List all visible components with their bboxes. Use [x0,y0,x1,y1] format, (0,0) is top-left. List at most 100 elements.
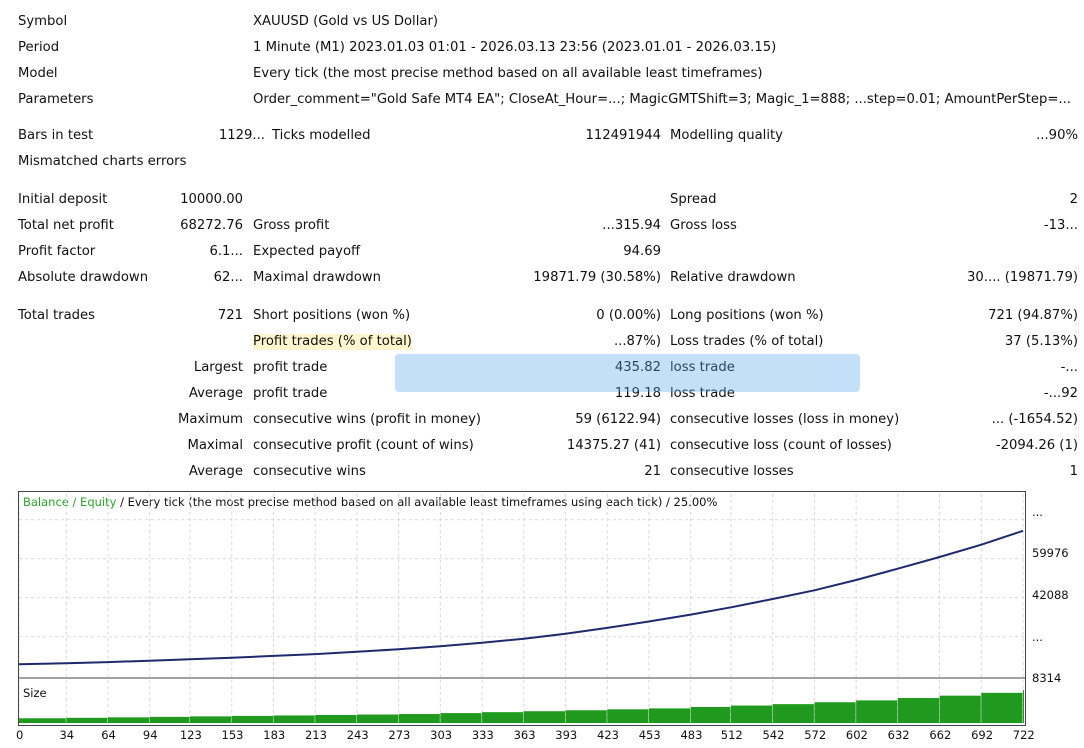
total-net-profit-label: Total net profit [18,218,114,233]
size-bar [273,715,315,723]
maximal-label: Maximal [187,438,243,453]
largest-label: Largest [193,360,243,375]
average-profit-label: profit trade [253,386,328,401]
x-tick-label: 692 [971,728,994,742]
ticks-label: Ticks modelled [272,128,371,143]
y-tick-label: 59976 [1032,546,1069,560]
expected-payoff-value: 94.69 [623,244,661,259]
parameters-value: Order_comment="Gold Safe MT4 EA"; CloseA… [253,92,1071,107]
size-bar [772,704,814,723]
size-bar [356,714,399,723]
size-bar [856,700,898,723]
quality-label: Modelling quality [670,128,783,143]
avg-consec-wins-label: consecutive wins [253,464,366,479]
mismatched-label: Mismatched charts errors [18,154,187,169]
bars-label: Bars in test [18,128,94,143]
average-loss-value: -...92 [1043,386,1078,401]
short-positions-value: 0 (0.00%) [596,308,661,323]
long-positions-label: Long positions (won %) [670,308,824,323]
symbol-label: Symbol [18,14,68,29]
period-value: 1 Minute (M1) 2023.01.03 01:01 - 2026.03… [253,40,777,55]
size-bar [814,702,856,723]
x-tick-label: 213 [304,728,327,742]
x-axis: 0 34 64 94 123 153 183 213 243 273 303 333 363 393 423… [0,728,1084,744]
symbol-value: XAUUSD (Gold vs US Dollar) [253,14,439,29]
spread-label: Spread [670,192,717,207]
size-bar [66,717,108,723]
x-tick-label: 153 [221,728,244,742]
maximal-consec-profit-label: consecutive profit (count of wins) [253,438,474,453]
quality-value: ...90% [1036,128,1078,143]
maximum-label: Maximum [178,412,243,427]
x-tick-label: 423 [597,728,619,742]
size-bar [107,717,150,723]
total-trades-value: 721 [217,308,243,323]
x-tick-label: 602 [845,728,868,742]
profit-factor-value: 6.1... [209,244,243,259]
profit-factor-label: Profit factor [18,244,96,259]
size-bar [897,698,940,723]
size-bar [565,710,607,723]
average-profit-value: 119.18 [614,386,661,401]
max-consec-wins-label: consecutive wins (profit in money) [253,412,482,427]
x-tick-label: 64 [101,728,116,742]
maximal-consec-loss-label: consecutive loss (count of losses) [670,438,892,453]
largest-loss-label: loss trade [670,360,735,375]
size-bar [482,712,524,723]
x-tick-label: 483 [680,728,703,742]
total-net-profit-value: 68272.76 [180,218,243,233]
maximal-drawdown-value: 19871.79 (30.58%) [533,270,661,285]
x-tick-label: 722 [1012,728,1035,742]
max-consec-losses-value: ... (-1654.52) [991,412,1078,427]
x-tick-label: 453 [638,728,661,742]
average-loss-label: loss trade [670,386,735,401]
gross-profit-label: Gross profit [253,218,330,233]
size-bar [648,708,691,723]
short-positions-label: Short positions (won %) [253,308,411,323]
max-consec-wins-value: 59 (6122.94) [575,412,661,427]
average-consecutive-label: Average [188,464,243,479]
avg-consec-losses-value: 1 [1069,464,1078,479]
x-tick-label: 363 [513,728,536,742]
x-tick-label: 243 [346,728,369,742]
x-tick-label: 512 [720,728,743,742]
model-value: Every tick (the most precise method base… [253,66,763,81]
x-tick-label: 542 [762,728,785,742]
balance-chart: Balance / Equity / Every tick (the most … [18,491,1026,726]
loss-trades-label: Loss trades (% of total) [670,334,824,349]
size-bar [1023,690,1024,723]
avg-consec-losses-label: consecutive losses [670,464,794,479]
size-bar [315,714,357,723]
long-positions-value: 721 (94.87%) [988,308,1078,323]
y-tick-label: ... [1032,505,1043,519]
size-bar [730,705,773,723]
avg-consec-wins-value: 21 [644,464,661,479]
maximal-consec-loss-value: -2094.26 (1) [995,438,1078,453]
size-bar [939,695,981,723]
spread-value: 2 [1069,192,1078,207]
gross-loss-label: Gross loss [670,218,737,233]
x-tick-label: 303 [430,728,453,742]
gross-profit-value: ...315.94 [602,218,661,233]
x-tick-label: 333 [471,728,494,742]
period-label: Period [18,40,60,55]
size-bar [190,716,232,723]
x-tick-label: 572 [804,728,827,742]
size-bar [690,706,731,723]
initial-deposit-label: Initial deposit [18,192,108,207]
x-tick-label: 94 [142,728,158,742]
largest-profit-value: 435.82 [614,360,661,375]
loss-trades-value: 37 (5.13%) [1004,334,1078,349]
expected-payoff-label: Expected payoff [253,244,361,259]
relative-drawdown-value: 30.... (19871.79) [967,270,1078,285]
gross-loss-value: -13... [1043,218,1078,233]
y-tick-label: 8314 [1032,671,1062,685]
profit-trades-value: ...87%) [613,334,661,349]
initial-deposit-value: 10000.00 [180,192,243,207]
x-tick-label: 273 [388,728,411,742]
chart-plot-area [19,494,1025,723]
size-bar [607,709,649,723]
size-bar [440,713,482,723]
x-tick-label: 662 [929,728,952,742]
size-bar [19,718,66,723]
